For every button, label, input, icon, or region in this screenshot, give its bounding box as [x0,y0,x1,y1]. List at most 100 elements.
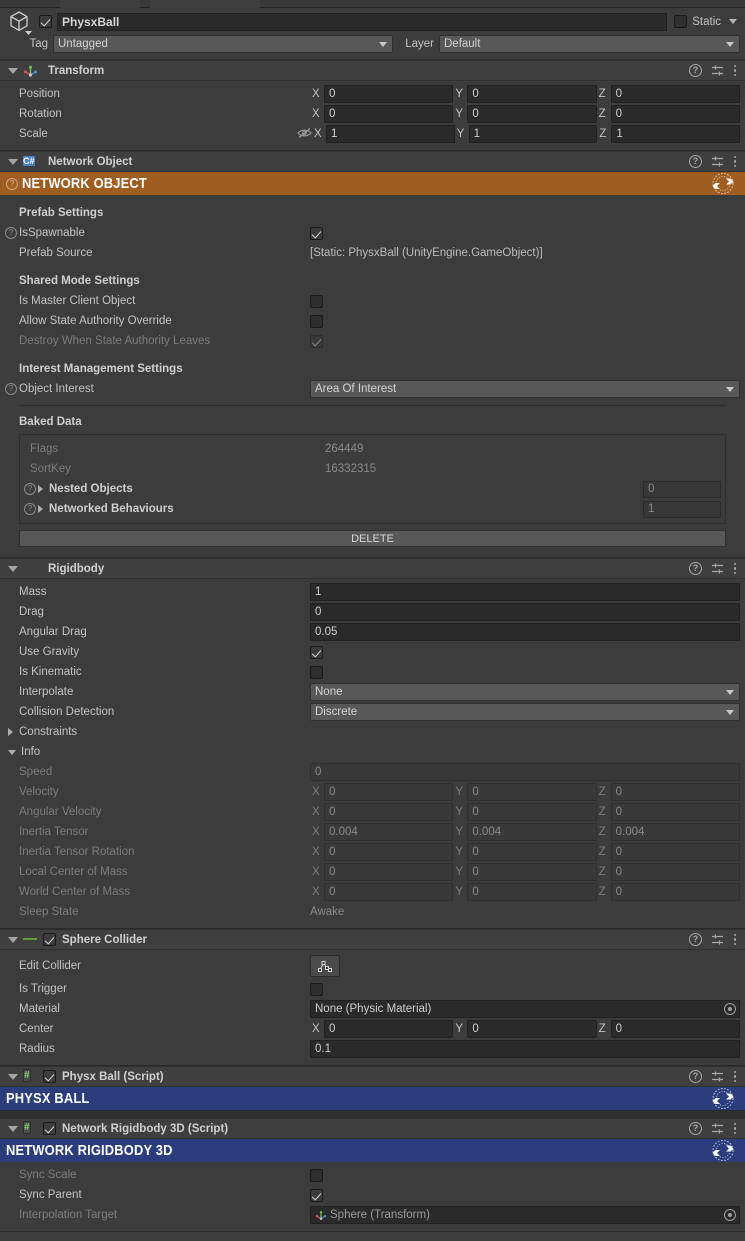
network-object-header[interactable]: C# Network Object ? [0,151,745,172]
networked-behaviours-label: Networked Behaviours [49,503,174,515]
help-icon[interactable]: ? [24,503,36,515]
help-icon[interactable]: ? [5,227,17,239]
help-icon[interactable]: ? [689,1070,702,1083]
more-menu-icon[interactable] [733,64,737,77]
center-x-input[interactable]: 0 [324,1020,454,1038]
collision-detection-dropdown[interactable]: Discrete [310,703,740,721]
gameobject-enabled-checkbox[interactable] [39,15,52,28]
physx-ball-header[interactable]: # Physx Ball (Script) ? [0,1066,745,1087]
tag-dropdown[interactable]: Untagged [53,35,393,53]
help-icon[interactable]: ? [689,1122,702,1135]
object-interest-dropdown[interactable]: Area Of Interest [310,380,740,398]
foldout-arrow-icon[interactable] [38,505,43,513]
component-physx-ball: # Physx Ball (Script) ? PHYSX BALL [0,1066,745,1111]
preset-icon[interactable] [711,933,724,946]
preset-icon[interactable] [711,64,724,77]
foldout-arrow-icon[interactable] [8,67,18,74]
foldout-arrow-icon[interactable] [8,1073,18,1080]
more-menu-icon[interactable] [733,933,737,946]
sphere-collider-header[interactable]: Sphere Collider ? [0,929,745,950]
more-menu-icon[interactable] [733,562,737,575]
more-menu-icon[interactable] [733,1122,737,1135]
foldout-arrow-icon[interactable] [8,936,18,943]
foldout-arrow-icon[interactable] [38,485,43,493]
center-y-input[interactable]: 0 [467,1020,597,1038]
transform-header[interactable]: Transform ? [0,60,745,81]
inspector-tab-strip[interactable] [0,0,745,8]
networked-behaviours-row: ? Networked Behaviours 1 [20,499,725,519]
more-menu-icon[interactable] [733,1070,737,1083]
tab-chip-left[interactable] [60,0,140,8]
scale-y-input[interactable]: 1 [468,125,598,143]
scale-z-input[interactable]: 1 [611,125,741,143]
axis-y-label: Y [455,826,463,838]
velocity-label: Velocity [19,786,59,798]
preset-icon[interactable] [711,562,724,575]
preset-icon[interactable] [711,1122,724,1135]
position-y-input[interactable]: 0 [467,85,597,103]
use-gravity-checkbox[interactable] [310,645,323,659]
foldout-arrow-icon[interactable] [8,158,18,165]
mass-input[interactable]: 1 [310,583,740,601]
object-picker-icon[interactable] [724,1003,736,1015]
angular-drag-row: Angular Drag 0.05 [5,622,740,642]
networked-behaviours-count: 1 [643,500,721,518]
material-object-field[interactable]: None (Physic Material) [310,1000,740,1018]
allow-state-authority-checkbox[interactable] [310,314,323,328]
foldout-arrow-icon[interactable] [8,565,18,572]
help-icon[interactable]: ? [24,483,36,495]
chevron-down-icon [726,689,734,695]
rotation-y-input[interactable]: 0 [467,105,597,123]
is-kinematic-checkbox[interactable] [310,665,323,679]
banner-help-icon[interactable]: ? [6,177,18,190]
drag-input[interactable]: 0 [310,603,740,621]
axis-y-label: Y [455,846,463,858]
foldout-arrow-icon[interactable] [8,728,13,736]
help-icon[interactable]: ? [689,562,702,575]
scale-x-input[interactable]: 1 [326,125,455,143]
static-checkbox[interactable] [674,15,688,28]
velocity-z-value: 0 [610,783,740,801]
help-icon[interactable]: ? [689,64,702,77]
position-z-input[interactable]: 0 [610,85,740,103]
delete-button[interactable]: DELETE [19,530,726,547]
preset-icon[interactable] [711,155,724,168]
sleep-state-row: Sleep State Awake [5,902,740,922]
radius-input[interactable]: 0.1 [310,1040,740,1058]
position-x-input[interactable]: 0 [324,85,454,103]
gameobject-name-input[interactable]: PhysxBall [57,12,668,31]
is-trigger-checkbox[interactable] [310,982,323,996]
network-rigidbody-enabled-checkbox[interactable] [43,1122,56,1135]
preset-icon[interactable] [711,1070,724,1083]
rigidbody-header[interactable]: Rigidbody ? [0,558,745,579]
edit-collider-button[interactable] [310,955,340,977]
sleep-state-label: Sleep State [19,906,79,918]
foldout-arrow-icon[interactable] [8,1125,18,1132]
help-icon[interactable]: ? [689,933,702,946]
foldout-arrow-icon[interactable] [8,749,16,755]
physx-ball-enabled-checkbox[interactable] [43,1070,56,1083]
is-spawnable-checkbox[interactable] [310,226,323,240]
rotation-x-input[interactable]: 0 [324,105,454,123]
object-picker-icon[interactable] [724,1209,736,1221]
constraints-row[interactable]: Constraints [5,722,740,742]
sync-parent-checkbox[interactable] [310,1188,323,1202]
static-dropdown-icon[interactable] [729,19,737,24]
help-icon[interactable]: ? [5,383,17,395]
is-master-client-checkbox[interactable] [310,294,323,308]
interpolate-dropdown[interactable]: None [310,683,740,701]
angular-drag-input[interactable]: 0.05 [310,623,740,641]
constrain-proportions-icon[interactable] [296,127,312,142]
layer-dropdown[interactable]: Default [439,35,740,53]
center-z-input[interactable]: 0 [610,1020,740,1038]
tab-chip-right[interactable] [150,0,260,8]
sphere-collider-enabled-checkbox[interactable] [43,933,56,946]
interpolation-target-object-field[interactable]: Sphere (Transform) [310,1206,740,1224]
sync-scale-checkbox[interactable] [310,1168,323,1182]
material-row: Material None (Physic Material) [5,999,740,1019]
info-row[interactable]: Info [5,742,740,762]
rotation-z-input[interactable]: 0 [610,105,740,123]
help-icon[interactable]: ? [689,155,702,168]
more-menu-icon[interactable] [733,155,737,168]
network-rigidbody-header[interactable]: # Network Rigidbody 3D (Script) ? [0,1118,745,1139]
